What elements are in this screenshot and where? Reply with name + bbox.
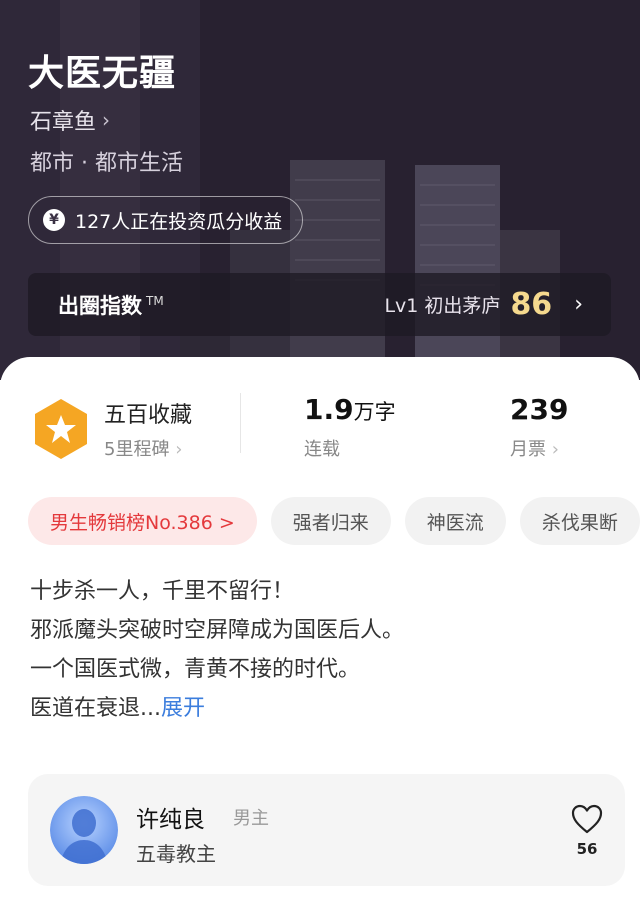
rank-tag[interactable]: 男生畅销榜No.386 > <box>28 497 257 545</box>
synopsis-line: 十步杀一人，千里不留行！ <box>30 579 295 604</box>
invest-text: 127人正在投资瓜分收益 <box>75 210 283 233</box>
synopsis-line: 一个国医式微，青黄不接的时代。 <box>30 657 361 682</box>
stats-divider <box>240 393 241 453</box>
tag-item[interactable]: 神医流 <box>404 497 506 545</box>
stats-row: 五百收藏 5里程碑 › 1.9万字 连载 239 月票 › <box>0 387 640 467</box>
serial-status: 连载 <box>304 439 340 460</box>
index-score: 86 <box>510 287 553 322</box>
tag-row: 男生畅销榜No.386 > 强者归来 神医流 杀伐果断 <box>28 497 640 545</box>
invest-button[interactable]: ¥ 127人正在投资瓜分收益 <box>28 196 304 244</box>
character-name: 许纯良 <box>136 807 205 833</box>
character-description: 五毒教主 <box>136 842 216 866</box>
monthly-tickets-link[interactable]: 月票 › <box>510 435 559 461</box>
synopsis-last-line: 医道在衰退...展开 <box>30 696 205 721</box>
word-count: 1.9万字 <box>304 393 396 426</box>
like-count: 56 <box>576 840 598 858</box>
index-label: 出圈指数 TM <box>58 293 164 318</box>
star-badge-icon <box>35 399 87 459</box>
tag-item[interactable]: 强者归来 <box>270 497 391 545</box>
book-detail-card: 五百收藏 5里程碑 › 1.9万字 连载 239 月票 › 男生畅销榜No.38… <box>0 357 640 900</box>
author-name: 石章鱼 <box>30 110 97 135</box>
book-header: 大医无疆 石章鱼 › 都市 · 都市生活 ¥ 127人正在投资瓜分收益 出圈指数… <box>0 0 640 380</box>
book-title: 大医无疆 <box>28 52 177 94</box>
character-card[interactable]: 许纯良 男主 五毒教主 56 <box>28 774 625 886</box>
expand-link[interactable]: 展开 <box>161 696 205 721</box>
like-button[interactable]: 56 <box>569 804 605 858</box>
chevron-right-icon: › <box>102 108 111 132</box>
index-bar[interactable]: 出圈指数 TM Lv1 初出茅庐 86 › <box>28 273 611 336</box>
milestone-link[interactable]: 5里程碑 › <box>104 435 182 461</box>
collect-milestone-title: 五百收藏 <box>104 403 193 428</box>
monthly-tickets-count: 239 <box>510 393 569 426</box>
book-genre: 都市 · 都市生活 <box>30 151 183 176</box>
tag-item[interactable]: 杀伐果断 <box>519 497 640 545</box>
character-avatar <box>50 796 118 864</box>
yen-coin-icon: ¥ <box>43 209 65 231</box>
index-level: Lv1 初出茅庐 <box>384 295 501 317</box>
chevron-right-icon: › <box>574 292 583 317</box>
synopsis-line: 邪派魔头突破时空屏障成为国医后人。 <box>30 618 405 643</box>
heart-icon <box>571 804 603 834</box>
character-role: 男主 <box>233 808 269 829</box>
synopsis: 十步杀一人，千里不留行！ 邪派魔头突破时空屏障成为国医后人。 一个国医式微，青黄… <box>30 572 615 728</box>
author-link[interactable]: 石章鱼 › <box>30 104 110 136</box>
